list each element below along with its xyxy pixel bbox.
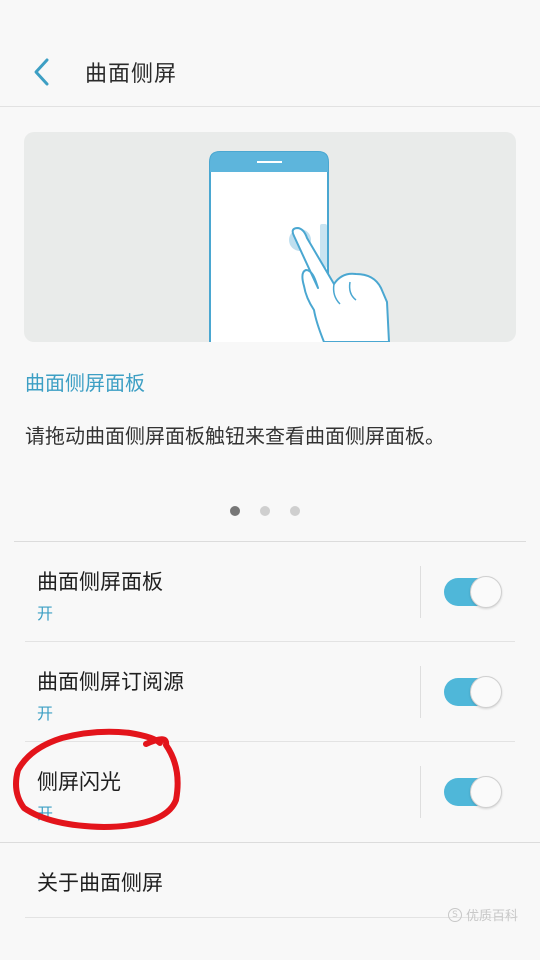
row-separator (420, 566, 421, 618)
setting-row-edge-panel[interactable]: 曲面侧屏面板 开 (25, 542, 515, 642)
back-button[interactable] (22, 50, 62, 94)
row-separator (420, 666, 421, 718)
row-divider (25, 917, 515, 918)
watermark-text: 优质百科 (465, 909, 518, 924)
app-header: 曲面侧屏 (0, 0, 540, 107)
watermark: S 优质百科 (447, 905, 518, 924)
toggle-knob (470, 676, 502, 708)
setting-status: 开 (37, 604, 54, 623)
edge-panel-toggle[interactable] (444, 576, 502, 608)
setting-label: 曲面侧屏面板 (37, 570, 163, 594)
setting-label: 曲面侧屏订阅源 (37, 670, 184, 694)
page-dot-2[interactable] (260, 506, 270, 516)
watermark-logo-icon: S (447, 907, 462, 922)
toggle-knob (470, 576, 502, 608)
page-dot-1[interactable] (230, 506, 240, 516)
about-label: 关于曲面侧屏 (37, 871, 163, 895)
toggle-knob (470, 776, 502, 808)
setting-row-edge-feeds[interactable]: 曲面侧屏订阅源 开 (25, 642, 515, 742)
page-indicator (230, 506, 300, 516)
page-title: 曲面侧屏 (85, 62, 178, 87)
setting-status: 开 (37, 804, 54, 823)
setting-row-edge-lighting[interactable]: 侧屏闪光 开 (25, 742, 515, 842)
page-dot-3[interactable] (290, 506, 300, 516)
edge-panel-illustration (24, 132, 516, 342)
intro-panel-title: 曲面侧屏面板 (25, 371, 145, 395)
setting-status: 开 (37, 704, 54, 723)
intro-description: 请拖动曲面侧屏面板触钮来查看曲面侧屏面板。 (25, 424, 445, 448)
chevron-left-icon (34, 58, 49, 86)
row-separator (420, 766, 421, 818)
setting-label: 侧屏闪光 (37, 770, 121, 794)
edge-feeds-toggle[interactable] (444, 676, 502, 708)
edge-lighting-toggle[interactable] (444, 776, 502, 808)
